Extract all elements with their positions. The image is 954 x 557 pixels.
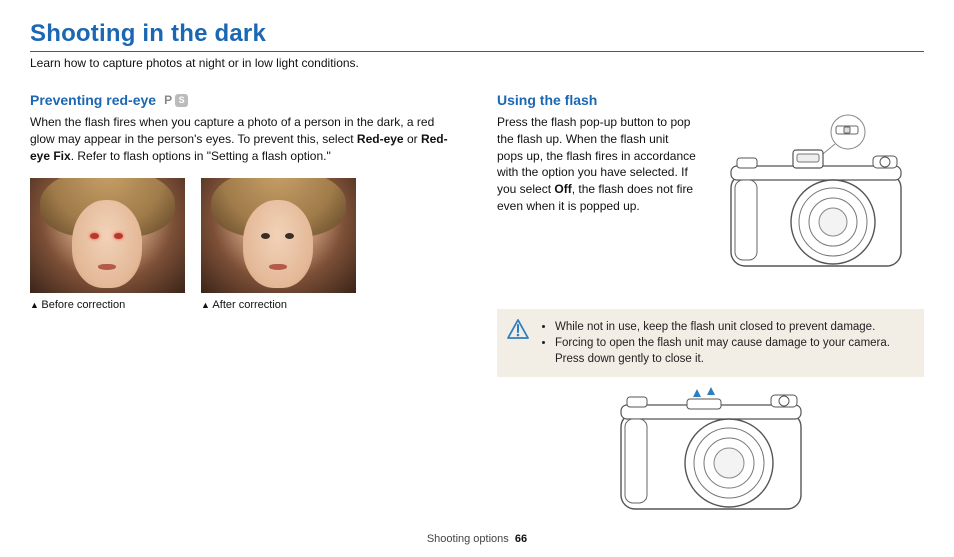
caption-after: After correction (201, 299, 356, 311)
flash-paragraph: Press the flash pop-up button to pop the… (497, 114, 697, 279)
caption-before: Before correction (30, 299, 185, 311)
bold-red-eye: Red-eye (357, 132, 404, 146)
warning-list: While not in use, keep the flash unit cl… (541, 319, 912, 367)
comparison-photos: Before correction After correction (30, 178, 457, 311)
camera-flash-open-illustration (711, 114, 924, 279)
photo-before-block: Before correction (30, 178, 185, 311)
heading-text: Using the flash (497, 92, 597, 108)
footer-page-number: 66 (515, 533, 527, 545)
photo-after (201, 178, 356, 293)
content-columns: Preventing red-eye P S When the flash fi… (30, 92, 924, 520)
warning-item-1: While not in use, keep the flash unit cl… (555, 319, 912, 335)
eye-left (261, 233, 270, 239)
page-intro: Learn how to capture photos at night or … (30, 56, 924, 70)
text-run: or (404, 132, 421, 146)
bold-off: Off (554, 182, 571, 196)
right-column: Using the flash Press the flash pop-up b… (497, 92, 924, 520)
page-title: Shooting in the dark (30, 20, 924, 48)
lips (269, 264, 287, 270)
flash-row: Press the flash pop-up button to pop the… (497, 114, 924, 279)
red-eye-paragraph: When the flash fires when you capture a … (30, 114, 457, 164)
photo-after-block: After correction (201, 178, 356, 311)
using-the-flash-heading: Using the flash (497, 92, 924, 108)
photo-before (30, 178, 185, 293)
title-rule (30, 51, 924, 52)
page-footer: Shooting options 66 (0, 533, 954, 545)
camera-flash-close-illustration (497, 385, 924, 520)
mode-s-icon: S (175, 94, 188, 107)
mode-badges: P S (164, 93, 188, 107)
red-eye-right (114, 233, 123, 239)
left-column: Preventing red-eye P S When the flash fi… (30, 92, 457, 520)
lips (98, 264, 116, 270)
preventing-red-eye-heading: Preventing red-eye P S (30, 92, 457, 108)
heading-text: Preventing red-eye (30, 92, 156, 108)
eye-right (285, 233, 294, 239)
red-eye-left (90, 233, 99, 239)
warning-item-2: Forcing to open the flash unit may cause… (555, 335, 912, 367)
warning-icon (507, 319, 529, 339)
text-run: . Refer to flash options in "Setting a f… (71, 149, 331, 163)
mode-p-icon: P (164, 93, 172, 107)
footer-section: Shooting options (427, 533, 509, 545)
warning-box: While not in use, keep the flash unit cl… (497, 309, 924, 377)
